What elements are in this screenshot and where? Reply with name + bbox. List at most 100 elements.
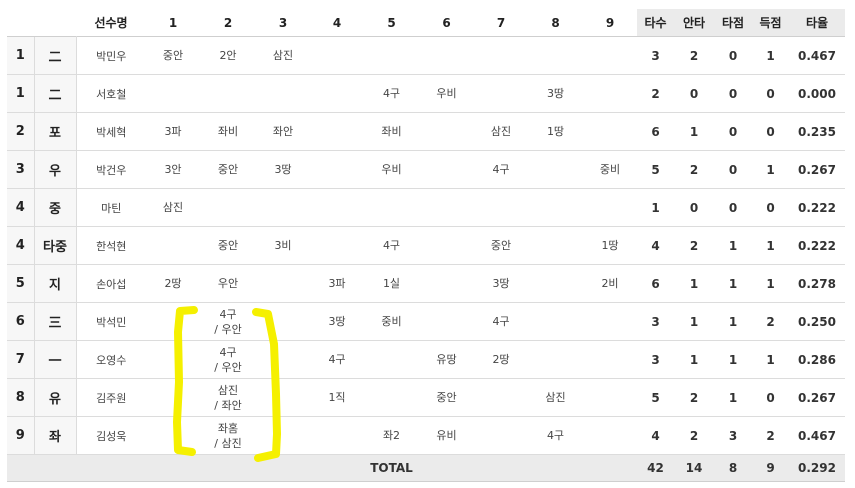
rbi: 0	[714, 150, 752, 189]
inning-result: 3땅	[310, 302, 364, 341]
batting-order: 6	[7, 302, 34, 341]
position: 二	[33, 74, 77, 113]
inning-result: 유땅	[419, 340, 474, 379]
inning-result: 1땅	[583, 226, 637, 265]
at-bats: 5	[637, 150, 674, 189]
inning-result: 3땅	[256, 150, 310, 189]
inning-result: 삼진	[528, 378, 583, 417]
inning-result	[310, 188, 364, 227]
position: 二	[33, 36, 77, 75]
inning-result	[474, 36, 528, 75]
inning-result: 1실	[364, 264, 419, 303]
table-row: 2 포 박세혁 3파 좌비 좌안 좌비 삼진 1땅 6 1 0 0 0.235	[7, 112, 845, 151]
inning-result	[146, 74, 200, 113]
hits: 1	[674, 340, 714, 379]
table-row: 5 지 손아섭 2땅 우안 3파 1실 3땅 2비 6 1 1 1 0.278	[7, 264, 845, 303]
table-footer: TOTAL 42 14 8 9 0.292	[7, 454, 845, 482]
inning-result: 삼진	[256, 36, 310, 75]
runs: 0	[752, 378, 789, 417]
rbi: 1	[714, 378, 752, 417]
inning-result: 좌비	[200, 112, 256, 151]
inning-result	[474, 74, 528, 113]
rbi: 0	[714, 112, 752, 151]
header-blank	[34, 9, 76, 37]
box-score-table: 선수명 1 2 3 4 5 6 7 8 9 타수 안타 타점 득점 타율 1 二 박민우 중안 2안 삼진 3 2 0 1 0.…	[7, 9, 845, 482]
table-row: 1 二 서호철 4구 우비 3땅 2 0 0 0 0.000	[7, 74, 845, 113]
header-inning-1: 1	[146, 9, 200, 37]
at-bats: 4	[637, 226, 674, 265]
position: 우	[33, 150, 77, 189]
header-inning-8: 8	[528, 9, 583, 37]
inning-result	[419, 36, 474, 75]
inning-result	[256, 340, 310, 379]
inning-result	[474, 188, 528, 227]
at-bats: 2	[637, 74, 674, 113]
hits: 2	[674, 150, 714, 189]
player-name: 마틴	[76, 188, 146, 227]
inning-result	[583, 188, 637, 227]
inning-result: 2땅	[146, 264, 200, 303]
header-stat: 타율	[789, 9, 845, 37]
runs: 2	[752, 416, 789, 455]
batting-average: 0.267	[789, 378, 845, 417]
batting-order: 1	[7, 36, 34, 75]
header-stat: 타수	[637, 9, 674, 37]
runs: 2	[752, 302, 789, 341]
inning-result: 2안	[200, 36, 256, 75]
rbi: 0	[714, 36, 752, 75]
inning-result: 삼진	[474, 112, 528, 151]
header-stat: 득점	[752, 9, 789, 37]
inning-result	[474, 378, 528, 417]
at-bats: 3	[637, 36, 674, 75]
inning-result	[310, 150, 364, 189]
header-inning-2: 2	[200, 9, 256, 37]
table-row: 6 三 박석민 4구 / 우안 3땅 중비 4구 3 1 1 2 0.250	[7, 302, 845, 341]
inning-result	[583, 36, 637, 75]
position: 一	[33, 340, 77, 379]
inning-result: 우안	[200, 264, 256, 303]
player-name: 박석민	[76, 302, 146, 341]
inning-result	[310, 36, 364, 75]
inning-result	[419, 302, 474, 341]
inning-result	[310, 74, 364, 113]
inning-result	[528, 340, 583, 379]
runs: 0	[752, 74, 789, 113]
inning-result: 3파	[146, 112, 200, 151]
inning-result	[419, 150, 474, 189]
player-name: 박민우	[76, 36, 146, 75]
inning-result	[528, 302, 583, 341]
table-row: 1 二 박민우 중안 2안 삼진 3 2 0 1 0.467	[7, 36, 845, 75]
inning-result: 4구	[364, 74, 419, 113]
inning-result: 3땅	[474, 264, 528, 303]
at-bats: 5	[637, 378, 674, 417]
inning-result: 4구	[528, 416, 583, 455]
header-inning-3: 3	[256, 9, 310, 37]
inning-result: 중안	[419, 378, 474, 417]
inning-result: 3안	[146, 150, 200, 189]
hits: 1	[674, 112, 714, 151]
inning-result: 1땅	[528, 112, 583, 151]
inning-result	[583, 74, 637, 113]
header-stat: 타점	[714, 9, 752, 37]
rbi: 1	[714, 264, 752, 303]
header-player-name: 선수명	[76, 9, 146, 37]
position: 지	[33, 264, 77, 303]
inning-result: 4구	[364, 226, 419, 265]
rbi: 1	[714, 302, 752, 341]
inning-result: 3땅	[528, 74, 583, 113]
inning-result	[146, 378, 200, 417]
inning-result: 유비	[419, 416, 474, 455]
inning-result: 중안	[474, 226, 528, 265]
table-row: 9 좌 김성욱 좌홈 / 삼진 좌2 유비 4구 4 2 3 2 0.467	[7, 416, 845, 455]
inning-result	[256, 188, 310, 227]
position: 포	[33, 112, 77, 151]
inning-result	[583, 378, 637, 417]
batting-order: 7	[7, 340, 34, 379]
inning-result	[419, 188, 474, 227]
inning-result: 좌안	[256, 112, 310, 151]
inning-result	[364, 188, 419, 227]
at-bats: 6	[637, 112, 674, 151]
inning-result	[528, 188, 583, 227]
batting-average: 0.000	[789, 74, 845, 113]
inning-result	[146, 340, 200, 379]
